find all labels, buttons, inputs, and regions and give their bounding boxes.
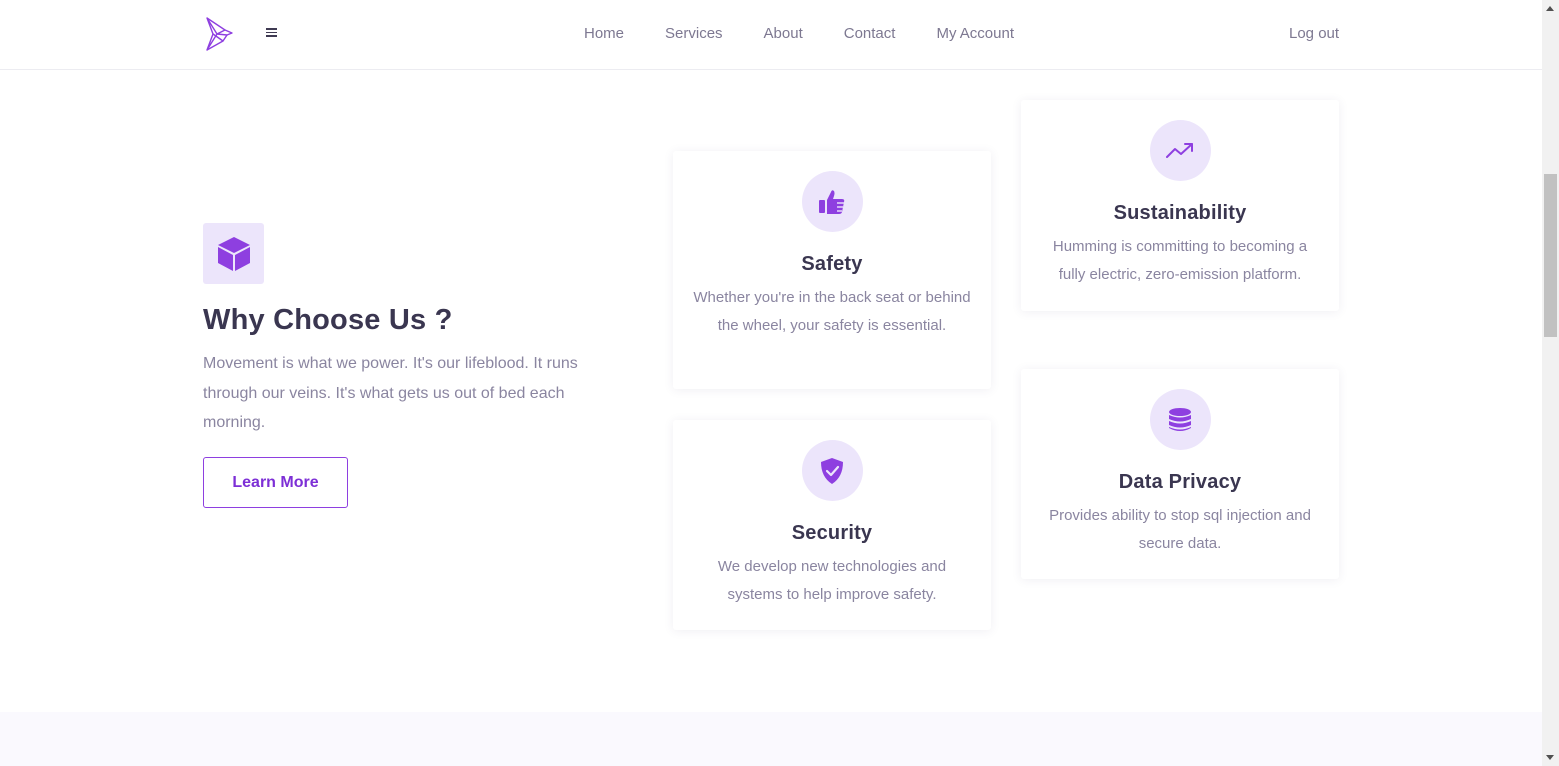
vertical-scrollbar[interactable] [1542, 0, 1559, 766]
scroll-down-arrow-icon[interactable] [1542, 749, 1559, 766]
card-text: We develop new technologies and systems … [717, 558, 947, 603]
section-title: Why Choose Us ? [203, 304, 453, 336]
card-title: Data Privacy [1118, 471, 1242, 493]
nav-services[interactable]: Services [665, 24, 723, 44]
trending-up-icon [1166, 142, 1193, 158]
scrollbar-thumb[interactable] [1544, 174, 1557, 337]
thumbs-up-icon [819, 189, 845, 214]
feature-card-safety: Safety Whether you're in the back seat o… [673, 151, 991, 389]
card-text: Humming is committing to becoming a full… [1052, 238, 1308, 283]
feature-card-data-privacy: Data Privacy Provides ability to stop sq… [1021, 369, 1339, 579]
shield-check-icon [821, 457, 843, 484]
card-title: Sustainability [1113, 202, 1247, 224]
security-icon-circle [801, 440, 863, 501]
next-section-background [0, 712, 1542, 766]
nav-contact[interactable]: Contact [844, 24, 896, 44]
feature-card-security: Security We develop new technologies and… [673, 420, 991, 630]
section-description: Movement is what we power. It's our life… [203, 355, 578, 431]
scroll-up-arrow-icon[interactable] [1542, 0, 1559, 17]
card-text: Provides ability to stop sql injection a… [1049, 507, 1311, 552]
privacy-icon-circle [1149, 389, 1211, 450]
sustainability-icon-circle [1149, 120, 1211, 181]
top-navbar: Home Services About Contact My Account L… [0, 0, 1542, 70]
main-nav: Home Services About Contact My Account [584, 24, 1014, 44]
nav-my-account[interactable]: My Account [936, 24, 1014, 44]
logout-link[interactable]: Log out [1289, 24, 1339, 44]
nav-home[interactable]: Home [584, 24, 624, 44]
learn-more-button[interactable]: Learn More [203, 457, 348, 508]
feature-card-sustainability: Sustainability Humming is committing to … [1021, 100, 1339, 311]
cube-icon [217, 236, 250, 271]
card-text: Whether you're in the back seat or behin… [693, 289, 971, 334]
card-title: Security [791, 522, 873, 544]
hummingbird-logo[interactable] [203, 16, 235, 52]
card-title: Safety [801, 253, 863, 275]
safety-icon-circle [801, 171, 863, 232]
cube-icon-box [203, 223, 264, 284]
hamburger-icon[interactable] [266, 26, 280, 42]
nav-about[interactable]: About [764, 24, 803, 44]
database-icon [1169, 407, 1191, 431]
